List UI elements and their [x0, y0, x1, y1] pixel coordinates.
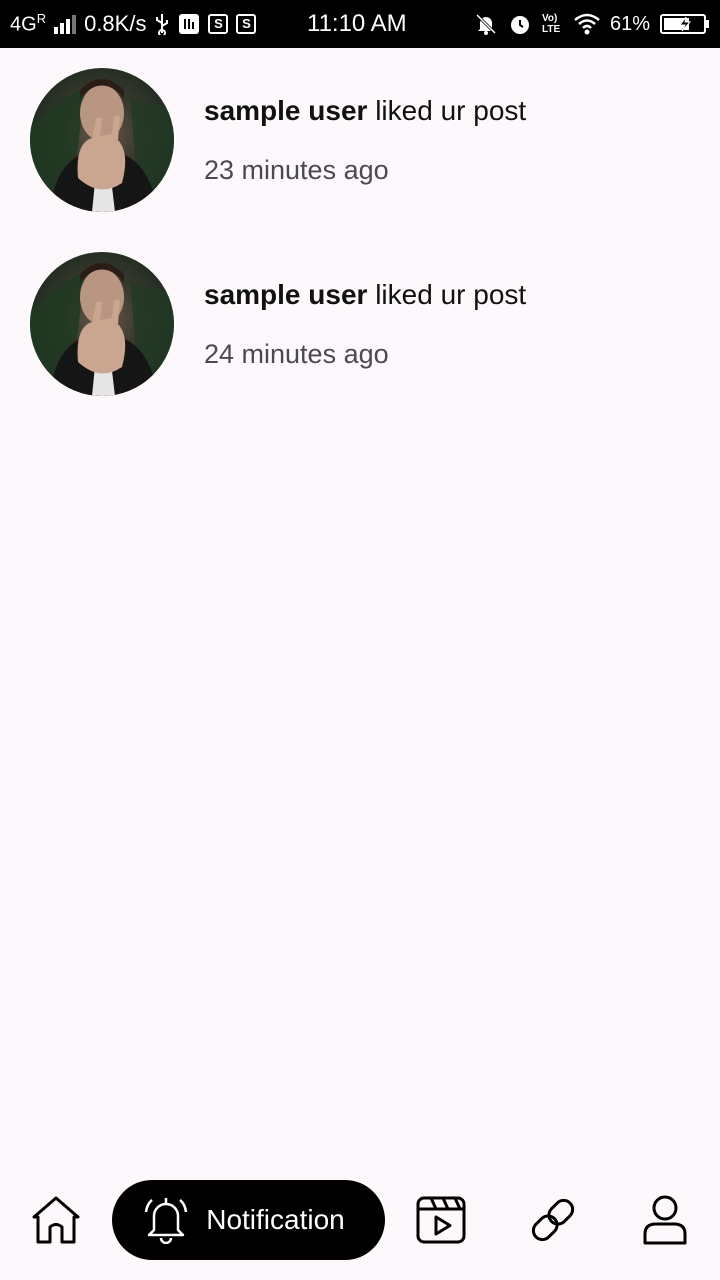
nav-notification-label: Notification [206, 1204, 345, 1235]
notification-action: liked ur post [367, 95, 527, 126]
status-bar: 4GR 0.8K/s S S 11:10 AM Vo) LTE 61% [0, 0, 720, 48]
status-bar-left: 4GR 0.8K/s S S [10, 0, 257, 48]
nav-profile-button[interactable] [634, 1192, 696, 1252]
wifi-icon [574, 13, 600, 35]
notification-time: 23 minutes ago [204, 155, 389, 185]
signal-icon [54, 14, 77, 34]
profile-icon [642, 1194, 688, 1251]
bottom-nav: Notification [0, 1162, 720, 1280]
usb-debug-icon [178, 13, 200, 35]
nav-notification-button[interactable]: Notification [112, 1180, 385, 1260]
link-icon [527, 1194, 579, 1251]
notification-message: sample user liked ur post [204, 279, 526, 311]
notification-time: 24 minutes ago [204, 339, 389, 369]
notification-action: liked ur post [367, 279, 527, 310]
nav-link-button[interactable] [522, 1192, 584, 1252]
notification-item[interactable]: sample user liked ur post 24 minutes ago [0, 232, 720, 416]
volte-indicator: Vo) LTE [541, 13, 561, 35]
avatar[interactable] [30, 252, 174, 396]
alarm-icon [508, 12, 532, 36]
status-bar-right: Vo) LTE 61% [474, 0, 710, 48]
avatar[interactable] [30, 68, 174, 212]
s-app-icon-2: S [236, 14, 257, 34]
notification-message: sample user liked ur post [204, 95, 526, 127]
home-icon [30, 1195, 82, 1250]
notification-list: sample user liked ur post 23 minutes ago… [0, 48, 720, 416]
network-speed: 0.8K/s [84, 11, 147, 36]
battery-percent: 61% [609, 12, 650, 35]
usb-icon [154, 13, 170, 35]
notification-username[interactable]: sample user [204, 95, 367, 126]
network-type: 4GR [10, 11, 47, 36]
reels-icon [415, 1194, 467, 1251]
s-app-icon: S [208, 14, 229, 34]
nav-reels-button[interactable] [410, 1192, 472, 1252]
mute-bell-icon [474, 12, 498, 36]
clock: 11:10 AM [307, 10, 407, 37]
nav-home-button[interactable] [26, 1192, 86, 1252]
bell-icon [142, 1192, 190, 1249]
notification-item[interactable]: sample user liked ur post 23 minutes ago [0, 48, 720, 232]
battery-charging-icon [660, 13, 710, 35]
notification-username[interactable]: sample user [204, 279, 367, 310]
